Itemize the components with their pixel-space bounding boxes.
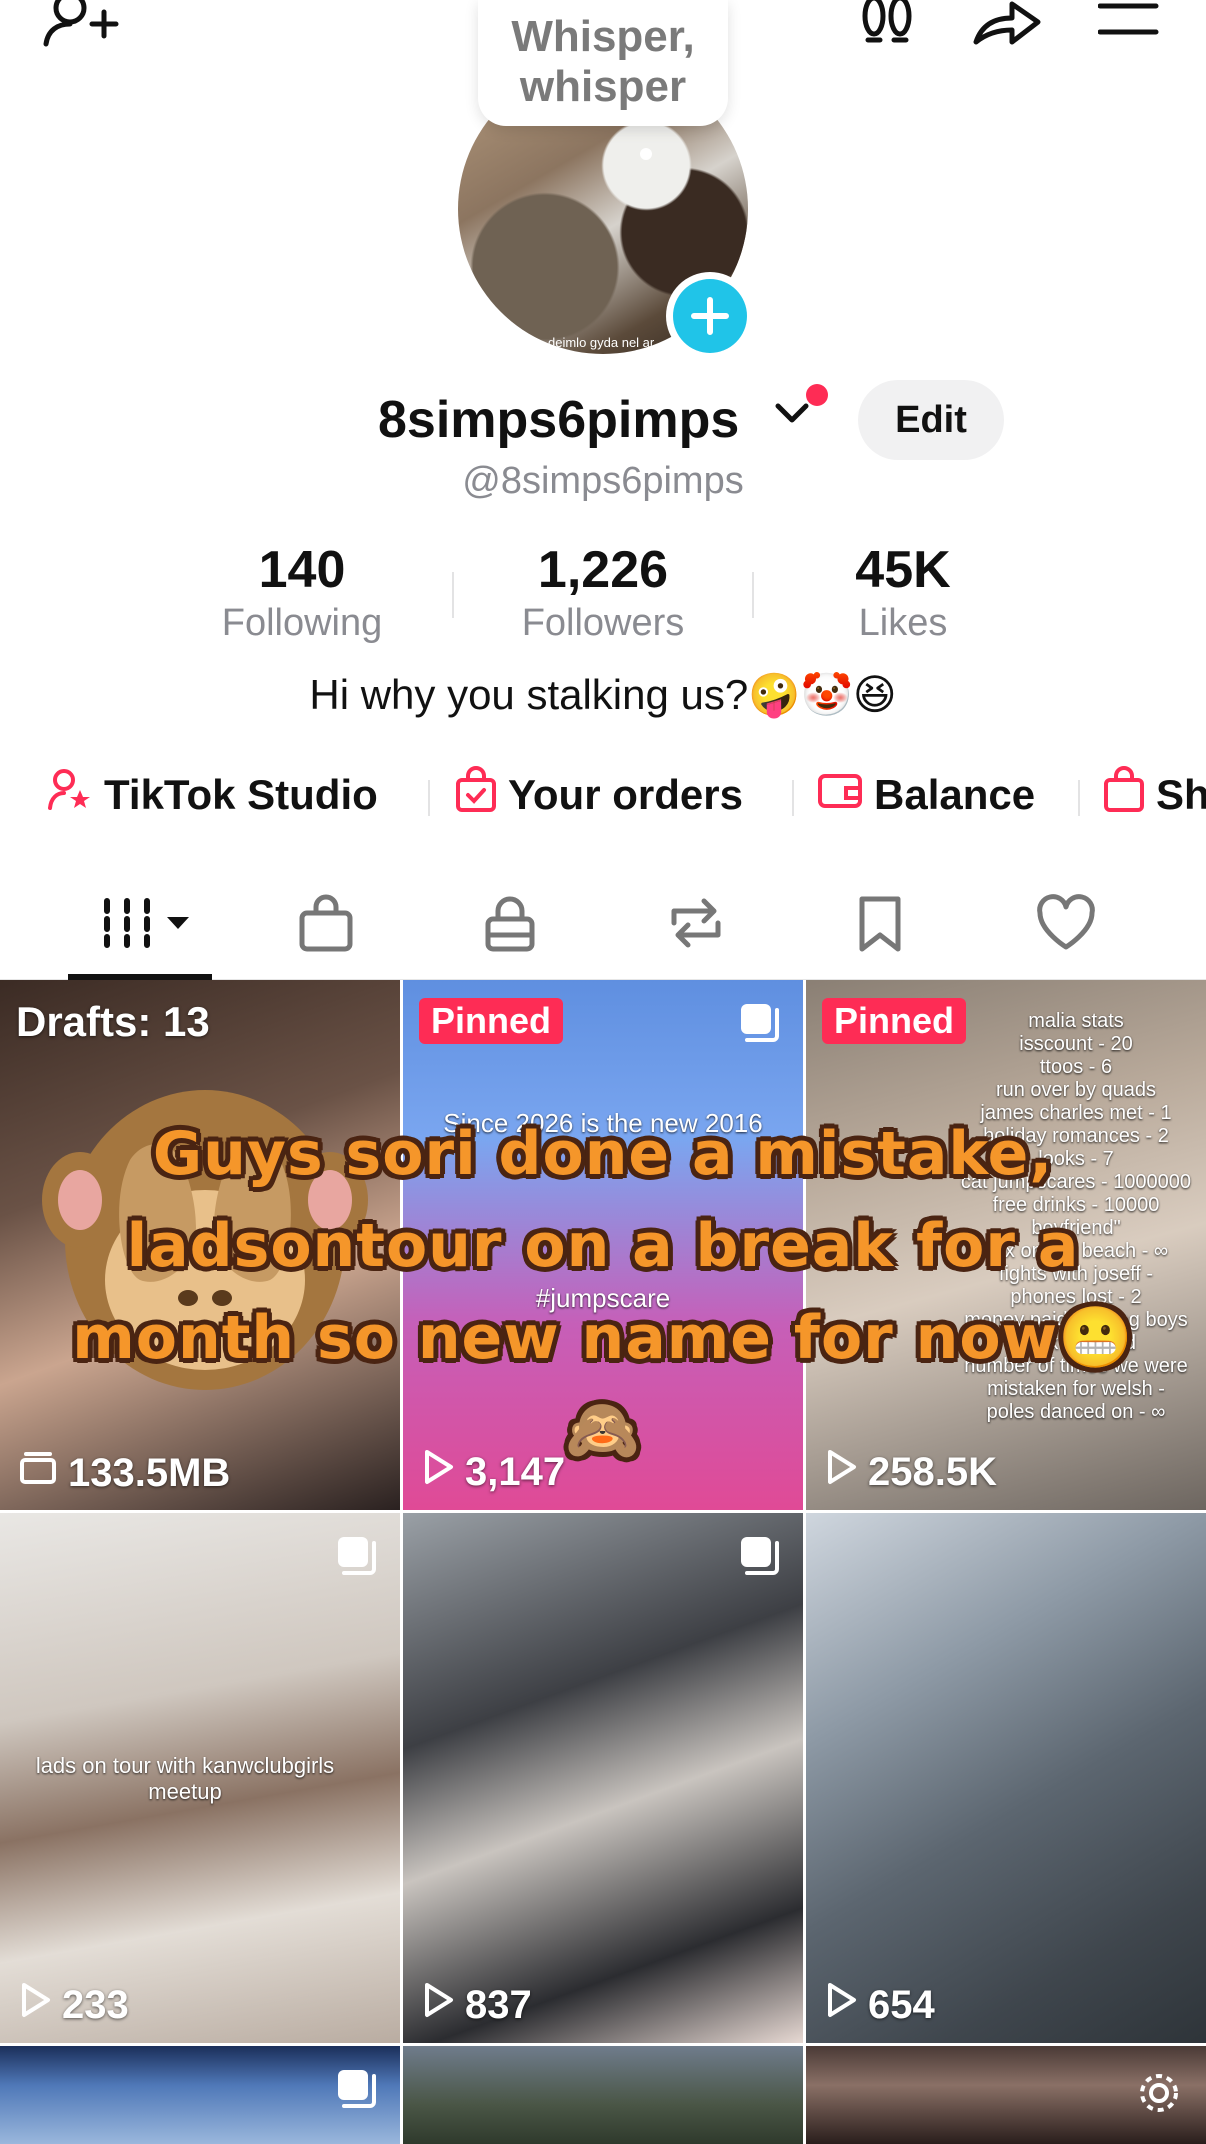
view-count: 233 (18, 1981, 129, 2029)
drafts-label: Drafts: 13 (16, 998, 210, 1045)
link-your-orders[interactable]: Your orders (454, 760, 743, 830)
stat-likes[interactable]: 45K Likes (773, 540, 1033, 646)
link-divider (792, 780, 794, 816)
liked-heart-icon[interactable] (1006, 888, 1126, 958)
video-caption: lads on tour with kanwclubgirls meetup (35, 1753, 335, 1804)
repost-icon[interactable] (636, 888, 756, 958)
share-icon[interactable] (970, 0, 1042, 48)
stat-followers[interactable]: 1,226 Followers (473, 540, 733, 646)
carousel-icon (334, 1533, 378, 1582)
profile-name-row: 8simps6pimps Edit (0, 380, 1206, 460)
video-tile[interactable] (0, 2046, 400, 2144)
stats-line: ttoos - 6 (1039, 1056, 1113, 1078)
footprints-icon[interactable] (856, 0, 920, 48)
quick-links-row: TikTok Studio Your orders Balance Sh (0, 760, 1206, 830)
link-label: Your orders (508, 771, 743, 818)
avatar-caption: deimlo gyda nel ar (548, 335, 655, 350)
view-count: 654 (824, 1981, 935, 2029)
edit-profile-button[interactable]: Edit (858, 380, 1004, 460)
link-shop[interactable]: Sh (1102, 760, 1206, 830)
favorites-bookmark-icon[interactable] (820, 888, 940, 958)
profile-bio: Hi why you stalking us?🤪🤡😆 (309, 671, 897, 718)
link-label: TikTok Studio (104, 771, 378, 818)
private-lock-icon[interactable] (450, 888, 570, 958)
view-count: 837 (421, 1981, 532, 2029)
stat-label: Following (221, 602, 383, 644)
wallet-icon (816, 768, 874, 822)
add-friend-icon[interactable] (40, 0, 120, 48)
stat-value: 140 (258, 541, 346, 599)
menu-icon[interactable] (1098, 0, 1160, 40)
bubble-pointer-dot (640, 148, 652, 160)
play-icon (824, 1981, 868, 2029)
pinned-badge: Pinned (822, 998, 967, 1044)
stat-label: Followers (521, 602, 685, 644)
link-divider (428, 780, 430, 816)
pinned-badge: Pinned (419, 998, 564, 1044)
whisper-bubble[interactable]: Whisper, whisper (478, 0, 728, 126)
view-count-value: 837 (465, 1982, 532, 2027)
notification-dot (806, 384, 828, 406)
orders-bag-icon (454, 766, 508, 824)
link-divider (1078, 780, 1080, 816)
play-icon (421, 1981, 465, 2029)
profile-tabs (0, 870, 1206, 980)
carousel-icon (737, 1000, 781, 1049)
video-tile[interactable] (806, 2046, 1206, 2144)
announcement-overlay-text: Guys sori done a mistake, ladsontour on … (72, 1119, 1134, 1465)
plus-icon (673, 279, 747, 353)
stats-line: run over by quads (995, 1079, 1157, 1101)
videos-grid-icon[interactable] (80, 888, 200, 958)
video-tile[interactable]: 837 (403, 1513, 803, 2043)
stat-divider (452, 572, 454, 618)
stat-value: 1,226 (537, 541, 669, 599)
link-label: Balance (874, 771, 1036, 818)
stat-label: Likes (858, 602, 948, 644)
shop-icon[interactable] (266, 888, 386, 958)
stats-line: malia stats (1028, 1010, 1124, 1032)
link-label: Sh (1156, 771, 1206, 818)
video-tile[interactable] (403, 2046, 803, 2144)
person-star-icon (46, 766, 104, 824)
carousel-icon (334, 2066, 378, 2115)
play-icon (18, 1981, 62, 2029)
stats-line: isscount - 20 (1019, 1033, 1133, 1055)
settings-gear-icon[interactable] (1134, 2068, 1184, 2123)
link-tiktok-studio[interactable]: TikTok Studio (46, 760, 378, 830)
chevron-down-icon[interactable] (774, 402, 810, 431)
carousel-icon (737, 1533, 781, 1582)
view-count-value: 654 (868, 1982, 935, 2027)
video-tile[interactable]: 654 (806, 1513, 1206, 2043)
video-tile[interactable]: lads on tour with kanwclubgirls meetup 2… (0, 1513, 400, 2043)
view-count-value: 233 (62, 1982, 129, 2027)
username-handle: @8simps6pimps (462, 460, 744, 502)
display-name[interactable]: 8simps6pimps (378, 390, 739, 450)
profile-stats: 140 Following 1,226 Followers 45K Likes (0, 540, 1206, 650)
stat-following[interactable]: 140 Following (172, 540, 432, 646)
stat-value: 45K (855, 541, 951, 599)
shop-bag-icon (1102, 766, 1156, 824)
add-story-button[interactable] (666, 272, 754, 360)
link-balance[interactable]: Balance (816, 760, 1035, 830)
stat-divider (752, 572, 754, 618)
